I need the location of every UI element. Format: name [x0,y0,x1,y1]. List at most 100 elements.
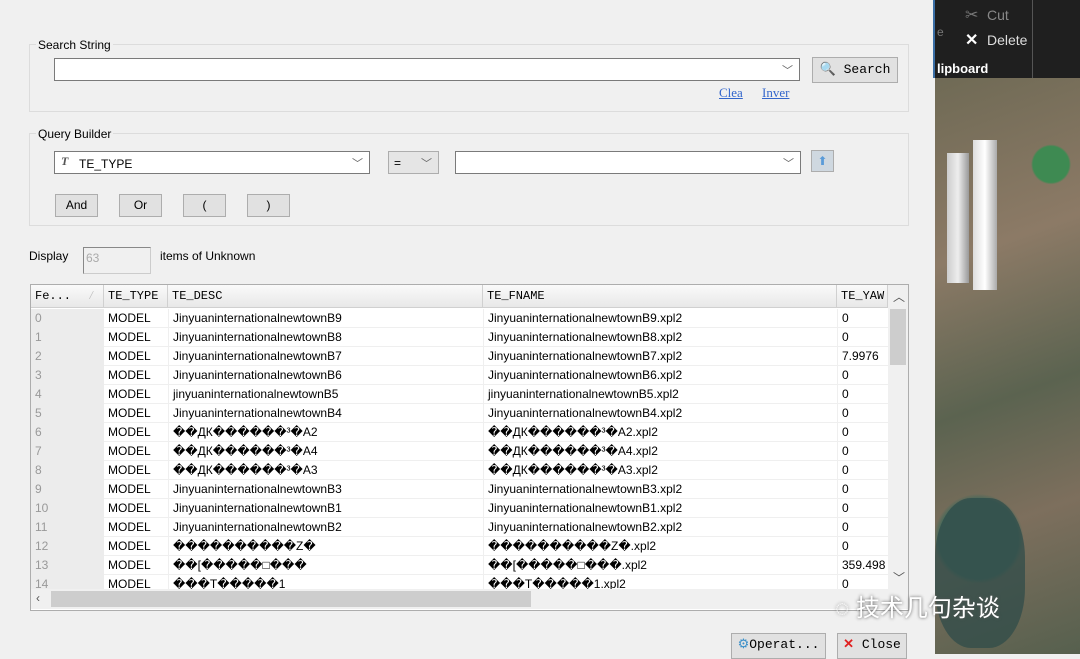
delete-button[interactable]: Delete [987,32,1027,48]
query-builder-label: Query Builder [36,127,114,141]
cut-icon[interactable]: ✂ [965,5,978,25]
cell-te-fname: ��ДК������³�A2.xpl2 [483,423,837,442]
cell-te-fname: JinyuaninternationalnewtownB7.xpl2 [483,347,837,366]
cell-te-desc: ��[�����□��� [168,556,483,575]
cut-button[interactable]: Cut [987,7,1009,23]
cell-te-type: MODEL [108,311,151,325]
search-string-label: Search String [36,38,113,52]
cell-te-type: MODEL [108,520,151,534]
column-header-feature[interactable]: Fe... ∕ [31,285,104,308]
field-select[interactable]: T TE_TYPE ﹀ [54,151,370,174]
table-row[interactable]: 0 MODEL JinyuaninternationalnewtownB9 Jinyu… [31,309,888,328]
clear-link[interactable]: Clea [719,85,743,101]
cell-te-fname: JinyuaninternationalnewtownB6.xpl2 [483,366,837,385]
vertical-scrollbar[interactable]: ︿ ﹀ [888,285,908,589]
cell-te-desc: JinyuaninternationalnewtownB7 [168,347,483,366]
table-row[interactable]: 5 MODEL JinyuaninternationalnewtownB4 Jinyu… [31,404,888,423]
scroll-left-icon[interactable]: ‹ [36,591,40,605]
invert-link[interactable]: Inver [762,85,789,101]
table-row[interactable]: 7 MODEL ��ДК������³�A4 ��ДК������³�A4.xpl2 0 [31,442,888,461]
search-button[interactable]: 🔍 Search [812,57,898,83]
cell-te-yaw: 0 [837,480,888,499]
chevron-down-icon[interactable]: ﹀ [783,155,794,171]
scroll-up-icon[interactable]: ︿ [893,288,905,305]
value-input[interactable]: ﹀ [455,151,801,174]
cell-te-desc: ��ДК������³�A2 [168,423,483,442]
cell-te-desc: JinyuaninternationalnewtownB1 [168,499,483,518]
cell-feature-id: 2 [31,347,104,366]
cell-te-yaw: 0 [837,366,888,385]
watermark: ◌ 技术几句杂谈 [835,595,1000,622]
cell-te-type: MODEL [108,406,151,420]
cell-feature-id: 8 [31,461,104,480]
horizontal-scrollbar[interactable]: ‹ [31,589,908,609]
table-row[interactable]: 11 MODEL JinyuaninternationalnewtownB2 Jiny… [31,518,888,537]
column-header-te-desc[interactable]: TE_DESC [168,285,483,308]
open-paren-button[interactable]: ( [183,194,226,217]
and-button[interactable]: And [55,194,98,217]
table-row[interactable]: 9 MODEL JinyuaninternationalnewtownB3 Jinyu… [31,480,888,499]
chevron-down-icon[interactable]: ﹀ [782,62,793,78]
cell-te-desc: ��ДК������³�A3 [168,461,483,480]
cell-feature-id: 1 [31,328,104,347]
cell-feature-id: 7 [31,442,104,461]
cell-te-fname: JinyuaninternationalnewtownB9.xpl2 [483,309,837,328]
chevron-down-icon: ﹀ [352,158,363,170]
building [947,153,969,283]
display-label: Display [29,249,69,263]
close-button[interactable]: ✕ Close [837,633,907,659]
table-row[interactable]: 4 MODEL jinyuaninternationalnewtownB5 jinyu… [31,385,888,404]
cell-te-fname: JinyuaninternationalnewtownB3.xpl2 [483,480,837,499]
cell-te-fname: ��ДК������³�A3.xpl2 [483,461,837,480]
clipboard-group-label: lipboard [937,61,989,76]
cell-te-type: MODEL [108,330,151,344]
cell-te-type: MODEL [108,482,151,496]
column-header-te-type[interactable]: TE_TYPE [104,285,168,308]
table-row[interactable]: 8 MODEL ��ДК������³�A3 ��ДК������³�A3.xpl2 0 [31,461,888,480]
cell-te-desc: JinyuaninternationalnewtownB9 [168,309,483,328]
vertical-scroll-thumb[interactable] [890,309,906,365]
table-row[interactable]: 1 MODEL JinyuaninternationalnewtownB8 Jinyu… [31,328,888,347]
cell-feature-id: 13 [31,556,104,575]
wechat-icon: ◌ [835,595,850,622]
or-button[interactable]: Or [119,194,162,217]
cell-te-desc: JinyuaninternationalnewtownB6 [168,366,483,385]
cell-te-yaw: 0 [837,442,888,461]
river [935,498,1025,648]
cell-te-fname: JinyuaninternationalnewtownB1.xpl2 [483,499,837,518]
table-row[interactable]: 13 MODEL ��[�����□��� ��[�����□���.xpl2 359.… [31,556,888,575]
cell-feature-id: 4 [31,385,104,404]
cell-feature-id: 9 [31,480,104,499]
cell-te-yaw: 0 [837,385,888,404]
column-header-te-fname[interactable]: TE_FNAME [483,285,837,308]
3d-map-view[interactable] [935,78,1080,654]
table-row[interactable]: 3 MODEL JinyuaninternationalnewtownB6 Jinyu… [31,366,888,385]
delete-icon[interactable]: ✕ [965,30,978,50]
cell-feature-id: 10 [31,499,104,518]
operations-button[interactable]: ⚙Operat... [731,633,826,659]
horizontal-scroll-thumb[interactable] [51,591,531,607]
table-row[interactable]: 10 MODEL JinyuaninternationalnewtownB1 Jiny… [31,499,888,518]
cell-te-desc: JinyuaninternationalnewtownB8 [168,328,483,347]
table-row[interactable]: 12 MODEL ����������Z� ����������Z�.xpl2 0 [31,537,888,556]
cell-te-fname: ��ДК������³�A4.xpl2 [483,442,837,461]
cell-feature-id: 11 [31,518,104,537]
table-row[interactable]: 6 MODEL ��ДК������³�A2 ��ДК������³�A2.xpl2 0 [31,423,888,442]
display-count-input[interactable]: 63 [83,247,151,274]
cell-te-desc: JinyuaninternationalnewtownB2 [168,518,483,537]
ribbon-divider [1032,0,1033,78]
cell-te-type: MODEL [108,501,151,515]
add-condition-button[interactable]: ⬆ [811,150,834,172]
column-header-te-yaw[interactable]: TE_YAW [837,285,888,308]
cell-te-desc: JinyuaninternationalnewtownB3 [168,480,483,499]
close-paren-button[interactable]: ) [247,194,290,217]
ribbon: e ✂ Cut ✕ Delete lipboard [933,0,1080,78]
display-suffix: items of Unknown [160,249,256,263]
scroll-down-icon[interactable]: ﹀ [893,569,905,586]
cell-te-type: MODEL [108,387,151,401]
cell-te-yaw: 0 [837,537,888,556]
search-input[interactable]: ﹀ [54,58,800,81]
operator-select[interactable]: = ﹀ [388,151,439,174]
cell-te-yaw: 359.498 [837,556,888,575]
table-row[interactable]: 2 MODEL JinyuaninternationalnewtownB7 Jinyu… [31,347,888,366]
